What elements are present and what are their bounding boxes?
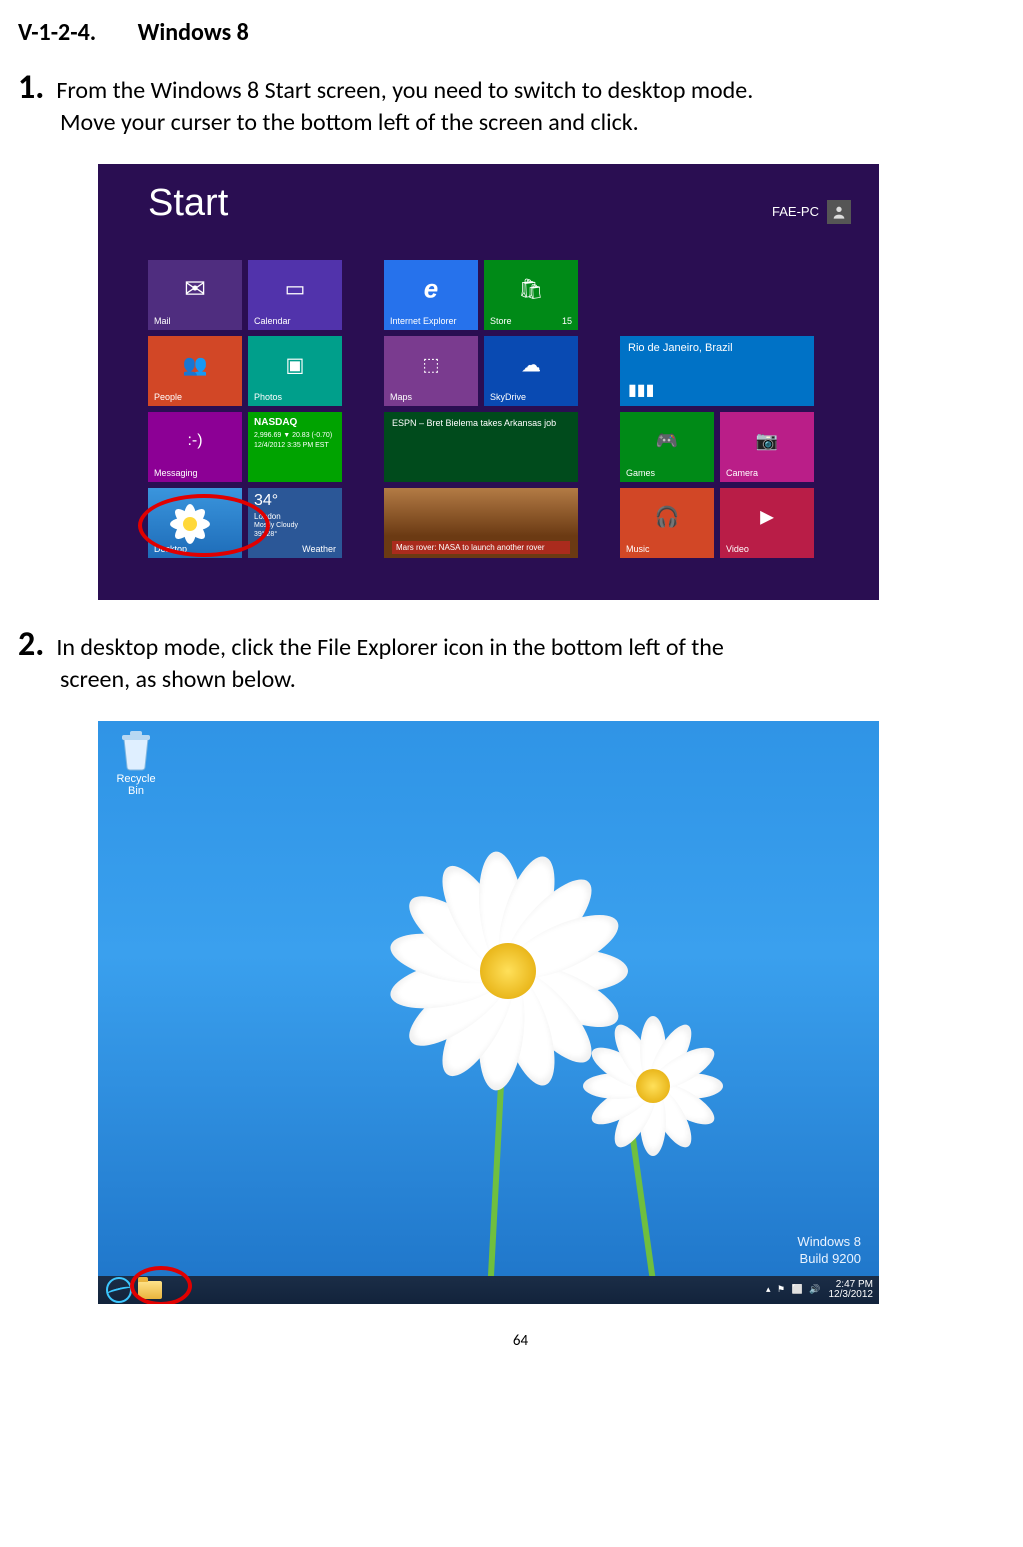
figure-desktop: Recycle Bin — [98, 721, 1023, 1304]
step-1-text-line2: Move your curser to the bottom left of t… — [60, 107, 1023, 139]
tile-video-label: Video — [726, 544, 749, 554]
clock-date: 12/3/2012 — [829, 1290, 874, 1300]
tile-photos-label: Photos — [254, 392, 282, 402]
watermark-line2: Build 9200 — [797, 1251, 861, 1268]
tile-ie[interactable]: e Internet Explorer — [384, 260, 478, 330]
tile-bing[interactable]: Rio de Janeiro, Brazil ▮▮▮ — [620, 336, 814, 406]
tile-music[interactable]: 🎧 Music — [620, 488, 714, 558]
tile-calendar[interactable]: ▭ Calendar — [248, 260, 342, 330]
section-heading: V-1-2-4. Windows 8 — [18, 18, 1023, 47]
cloud-icon: ☁ — [521, 353, 541, 378]
user-account[interactable]: FAE-PC — [772, 200, 851, 224]
step-2-number: 2. — [18, 628, 44, 662]
tile-photos[interactable]: ▣ Photos — [248, 336, 342, 406]
user-name: FAE-PC — [772, 204, 819, 219]
tile-news-text: Mars rover: NASA to launch another rover — [392, 541, 570, 554]
section-number: V-1-2-4. — [18, 18, 96, 47]
photos-icon: ▣ — [286, 353, 305, 378]
play-icon: ▶ — [760, 507, 774, 528]
tile-finance[interactable]: NASDAQ 2,996.69 ▼ 20.83 (-0.70) 12/4/201… — [248, 412, 342, 482]
tile-finance-line2: 12/4/2012 3:35 PM EST — [254, 442, 329, 449]
tile-music-label: Music — [626, 544, 650, 554]
tile-games-label: Games — [626, 468, 655, 478]
tile-ie-label: Internet Explorer — [390, 316, 457, 326]
system-tray-icons[interactable]: ▴ ⚑ ⬜ 🔊 — [766, 1284, 823, 1295]
tile-weather-label: Weather — [302, 544, 336, 554]
tile-maps[interactable]: ⬚ Maps — [384, 336, 478, 406]
watermark-line1: Windows 8 — [797, 1234, 861, 1251]
step-2-text-line2: screen, as shown below. — [60, 664, 1023, 696]
bing-bars-icon: ▮▮▮ — [628, 380, 654, 400]
tile-maps-label: Maps — [390, 392, 412, 402]
step-1: 1. From the Windows 8 Start screen, you … — [18, 71, 1023, 140]
tile-store-label: Store — [490, 316, 512, 326]
tile-people-label: People — [154, 392, 182, 402]
tile-mail[interactable]: ✉ Mail — [148, 260, 242, 330]
step-1-number: 1. — [18, 71, 44, 105]
games-icon: 🎮 — [656, 431, 678, 452]
step-2-text-line1: In desktop mode, click the File Explorer… — [56, 632, 724, 664]
taskbar: ▴ ⚑ ⬜ 🔊 2:47 PM 12/3/2012 — [98, 1276, 879, 1304]
annotation-circle-file-explorer — [130, 1266, 192, 1304]
step-1-text-line1: From the Windows 8 Start screen, you nee… — [56, 75, 753, 107]
headphones-icon: 🎧 — [655, 505, 680, 530]
tile-skydrive-label: SkyDrive — [490, 392, 526, 402]
tile-finance-line1: 2,996.69 ▼ 20.83 (-0.70) — [254, 432, 332, 439]
tile-camera[interactable]: 📷 Camera — [720, 412, 814, 482]
news-photo-placeholder — [384, 488, 578, 536]
tile-store[interactable]: 🛍 Store 15 — [484, 260, 578, 330]
calendar-icon: ▭ — [285, 276, 306, 302]
taskbar-ie-icon[interactable] — [106, 1277, 132, 1303]
store-icon: 🛍 — [518, 277, 543, 302]
tile-calendar-label: Calendar — [254, 316, 291, 326]
maps-icon: ⬚ — [422, 355, 439, 376]
tile-news[interactable]: Mars rover: NASA to launch another rover — [384, 488, 578, 558]
tile-skydrive[interactable]: ☁ SkyDrive — [484, 336, 578, 406]
start-label: Start — [148, 182, 228, 225]
wallpaper-daisy-small — [578, 1011, 728, 1161]
people-icon: 👥 — [183, 353, 208, 378]
recycle-bin-icon — [118, 731, 154, 771]
taskbar-clock[interactable]: 2:47 PM 12/3/2012 — [829, 1280, 874, 1300]
tile-sports-text: ESPN – Bret Bielema takes Arkansas job — [392, 418, 570, 428]
annotation-circle-desktop-tile — [138, 494, 270, 557]
figure-start-screen: Start FAE-PC ✉ Mail ▭ Calendar e — [98, 164, 1023, 600]
section-title: Windows 8 — [138, 18, 249, 47]
tile-messaging[interactable]: :-) Messaging — [148, 412, 242, 482]
mail-icon: ✉ — [184, 274, 206, 305]
desktop-watermark: Windows 8 Build 9200 — [797, 1234, 861, 1268]
tile-mail-label: Mail — [154, 316, 171, 326]
tile-games[interactable]: 🎮 Games — [620, 412, 714, 482]
windows8-start-screen: Start FAE-PC ✉ Mail ▭ Calendar e — [98, 164, 879, 600]
recycle-bin[interactable]: Recycle Bin — [110, 731, 162, 797]
user-avatar-icon — [827, 200, 851, 224]
store-badge: 15 — [562, 316, 572, 326]
camera-icon: 📷 — [756, 431, 778, 452]
tile-people[interactable]: 👥 People — [148, 336, 242, 406]
step-2: 2. In desktop mode, click the File Explo… — [18, 628, 1023, 697]
page-number: 64 — [18, 1332, 1023, 1350]
tile-video[interactable]: ▶ Video — [720, 488, 814, 558]
recycle-bin-label: Recycle Bin — [116, 773, 155, 797]
ie-icon: e — [424, 274, 438, 305]
windows8-desktop: Recycle Bin — [98, 721, 879, 1304]
tile-bing-text: Rio de Janeiro, Brazil — [628, 342, 733, 354]
messaging-icon: :-) — [187, 432, 202, 450]
tile-sports[interactable]: ESPN – Bret Bielema takes Arkansas job — [384, 412, 578, 482]
tile-messaging-label: Messaging — [154, 468, 198, 478]
tile-camera-label: Camera — [726, 468, 758, 478]
tile-finance-title: NASDAQ — [254, 417, 297, 428]
